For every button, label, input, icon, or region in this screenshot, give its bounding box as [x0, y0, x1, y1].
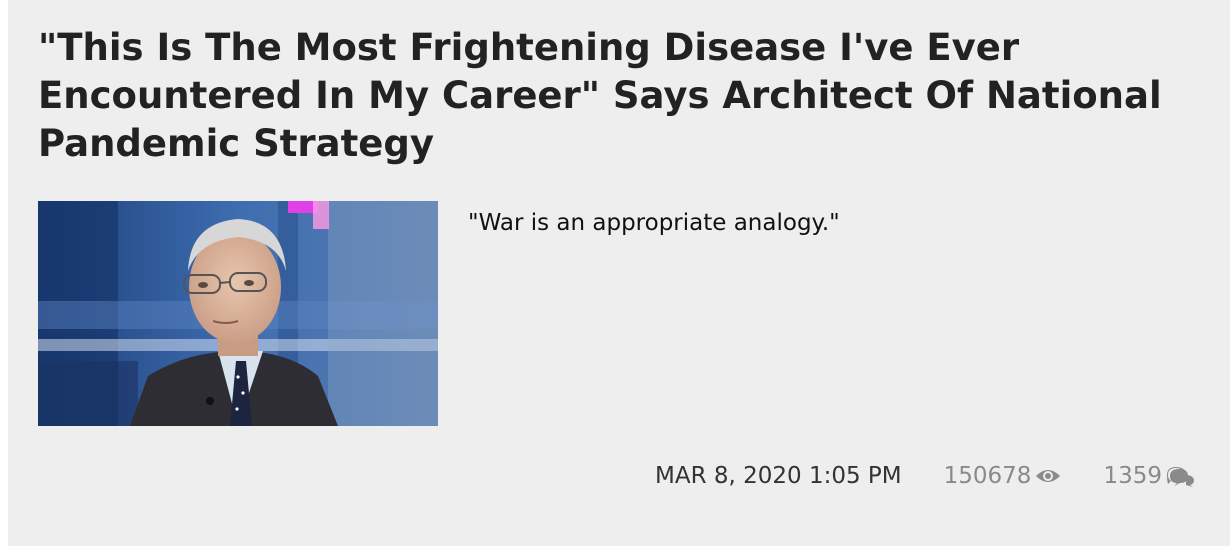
comments-icon [1167, 467, 1194, 487]
article-thumbnail[interactable] [38, 201, 438, 426]
article-card: "This Is The Most Frightening Disease I'… [8, 0, 1230, 546]
article-title[interactable]: "This Is The Most Frightening Disease I'… [38, 24, 1188, 168]
views-number: 150678 [943, 463, 1032, 489]
man-with-glasses-photo [38, 201, 438, 426]
publish-date: MAR 8, 2020 1:05 PM [654, 463, 902, 489]
comments-count[interactable]: 1359 [1103, 458, 1196, 494]
views-count[interactable]: 150678 [944, 458, 1062, 494]
comments-number: 1359 [1103, 463, 1162, 489]
eye-icon [1036, 470, 1061, 482]
article-teaser: "War is an appropriate analogy." [468, 210, 840, 236]
article-meta: MAR 8, 2020 1:05 PM 150678 1359 [655, 458, 1196, 494]
